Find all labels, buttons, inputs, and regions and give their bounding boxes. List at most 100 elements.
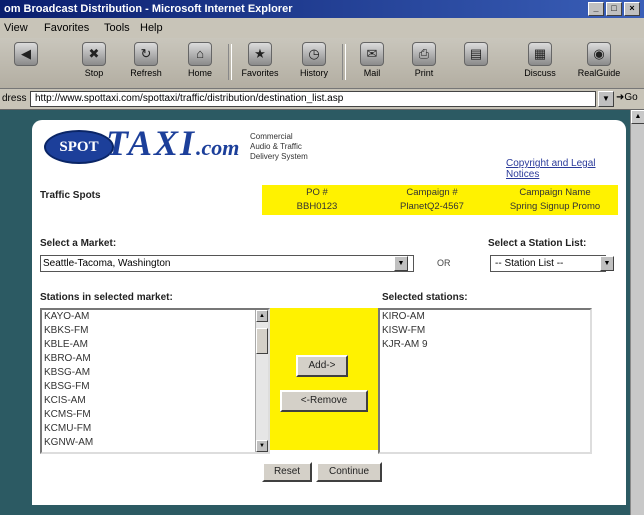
tagline-line: Commercial <box>250 132 293 141</box>
favorites-button[interactable]: ★ Favorites <box>236 42 284 78</box>
logo-taxi-text: TAXI <box>106 123 197 163</box>
close-button[interactable]: × <box>624 2 640 16</box>
toolbar-separator <box>342 44 346 80</box>
print-label: Print <box>414 68 434 78</box>
logo-dotcom: .com <box>196 135 240 160</box>
selected-stations-listbox[interactable]: KIRO-AM KISW-FM KJR-AM 9 <box>378 308 592 454</box>
campaign-name-value: Spring Signup Promo <box>509 201 601 212</box>
list-item[interactable]: KGNW-AM <box>42 436 268 450</box>
add-button[interactable]: Add-> <box>296 355 348 377</box>
section-title: Traffic Spots <box>40 190 101 201</box>
market-select[interactable]: Seattle-Tacoma, Washington <box>40 255 414 272</box>
address-dropdown-icon[interactable]: ▼ <box>598 91 614 107</box>
po-header: PO # <box>306 187 328 198</box>
realguide-icon: ◉ <box>587 42 611 66</box>
list-item[interactable]: KCIS-AM <box>42 394 268 408</box>
list-item[interactable]: KAYO-AM <box>42 310 268 324</box>
realguide-label: RealGuide <box>577 68 621 78</box>
history-icon: ◷ <box>302 42 326 66</box>
remove-button[interactable]: <-Remove <box>280 390 368 412</box>
station-list-selected-value: -- Station List -- <box>495 258 564 269</box>
maximize-button[interactable]: □ <box>606 2 622 16</box>
home-button[interactable]: ⌂ Home <box>176 42 224 78</box>
list-item[interactable]: KISW-FM <box>380 324 590 338</box>
station-list-label: Select a Station List: <box>488 238 587 249</box>
menu-favorites[interactable]: Favorites <box>44 22 89 34</box>
stations-listbox[interactable]: KAYO-AM KBKS-FM KBLE-AM KBRO-AM KBSG-AM … <box>40 308 270 454</box>
station-list-dropdown-icon[interactable]: ▼ <box>600 256 614 271</box>
campaign-value: PlanetQ2-4567 <box>400 201 464 212</box>
list-item[interactable]: KBLE-AM <box>42 338 268 352</box>
favorites-label: Favorites <box>241 68 279 78</box>
po-table: PO # Campaign # Campaign Name BBH0123 Pl… <box>262 185 618 215</box>
market-dropdown-icon[interactable]: ▼ <box>394 256 408 271</box>
minimize-button[interactable]: _ <box>588 2 604 16</box>
toolbar-separator <box>228 44 232 80</box>
logo-taxi: TAXI.com <box>106 122 239 164</box>
stop-label: Stop <box>84 68 104 78</box>
logo-spot: SPOT <box>44 130 114 164</box>
window-controls: _ □ × <box>588 2 640 16</box>
home-label: Home <box>187 68 212 78</box>
address-bar: dress http://www.spottaxi.com/spottaxi/t… <box>0 89 644 110</box>
history-button[interactable]: ◷ History <box>290 42 338 78</box>
menu-tools[interactable]: Tools <box>104 22 130 34</box>
back-button[interactable]: ◀ <box>2 42 50 68</box>
list-item[interactable]: KIRO-AM <box>380 310 590 324</box>
mail-label: Mail <box>363 68 381 78</box>
or-label: OR <box>437 258 451 268</box>
continue-button[interactable]: Continue <box>316 462 382 482</box>
discuss-button[interactable]: ▦ Discuss <box>516 42 564 78</box>
page-scrollbar[interactable]: ▲ <box>630 110 644 515</box>
history-label: History <box>299 68 328 78</box>
address-label: dress <box>2 93 27 104</box>
menu-help[interactable]: Help <box>140 22 163 34</box>
copyright-link[interactable]: Copyright and Legal Notices <box>506 158 626 180</box>
menu-view[interactable]: View <box>4 22 28 34</box>
list-item[interactable]: KBSG-FM <box>42 380 268 394</box>
realguide-button[interactable]: ◉ RealGuide <box>570 42 628 78</box>
edit-icon: ▤ <box>464 42 488 66</box>
list-item[interactable]: KBSG-AM <box>42 366 268 380</box>
scroll-up-icon[interactable]: ▲ <box>256 310 268 322</box>
scroll-thumb[interactable] <box>256 328 268 354</box>
campaign-name-header: Campaign Name <box>519 187 591 198</box>
scroll-down-icon[interactable]: ▼ <box>256 440 268 452</box>
refresh-label: Refresh <box>130 68 162 78</box>
po-value: BBH0123 <box>296 201 338 212</box>
stop-button[interactable]: ✖ Stop <box>70 42 118 78</box>
browser-toolbar: ◀ ✖ Stop ↻ Refresh ⌂ Home ★ Favorites ◷ Histo… <box>0 38 644 89</box>
tagline-line: Delivery System <box>250 152 308 161</box>
print-button[interactable]: ⎙ Print <box>400 42 448 78</box>
selected-stations-label: Selected stations: <box>382 292 468 303</box>
refresh-icon: ↻ <box>134 42 158 66</box>
market-selected-value: Seattle-Tacoma, Washington <box>43 258 171 269</box>
stations-label: Stations in selected market: <box>40 292 173 303</box>
list-item[interactable]: KBKS-FM <box>42 324 268 338</box>
scroll-up-icon[interactable]: ▲ <box>631 110 644 124</box>
station-list-select[interactable]: -- Station List -- <box>490 255 606 272</box>
discuss-icon: ▦ <box>528 42 552 66</box>
go-label: Go <box>624 92 638 103</box>
address-input[interactable]: http://www.spottaxi.com/spottaxi/traffic… <box>30 91 596 107</box>
list-item[interactable]: KCMS-FM <box>42 408 268 422</box>
home-icon: ⌂ <box>188 42 212 66</box>
window-title-bar: om Broadcast Distribution - Microsoft In… <box>0 0 644 18</box>
mail-button[interactable]: ✉ Mail <box>348 42 396 78</box>
tagline-line: Audio & Traffic <box>250 142 302 151</box>
stations-scrollbar[interactable]: ▲ ▼ <box>255 310 268 452</box>
list-item[interactable]: KBRO-AM <box>42 352 268 366</box>
favorites-icon: ★ <box>248 42 272 66</box>
list-item[interactable]: KJR-AM 9 <box>380 338 590 352</box>
discuss-label: Discuss <box>524 68 556 78</box>
reset-button[interactable]: Reset <box>262 462 312 482</box>
market-label: Select a Market: <box>40 238 117 249</box>
edit-button[interactable]: ▤ <box>452 42 500 68</box>
list-item[interactable]: KCMU-FM <box>42 422 268 436</box>
campaign-header: Campaign # <box>406 187 458 198</box>
go-button[interactable]: ➜Go <box>616 92 638 103</box>
back-arrow-icon: ◀ <box>14 42 38 66</box>
window-title: om Broadcast Distribution - Microsoft In… <box>4 3 293 15</box>
menu-bar: View Favorites Tools Help <box>0 18 644 39</box>
refresh-button[interactable]: ↻ Refresh <box>122 42 170 78</box>
